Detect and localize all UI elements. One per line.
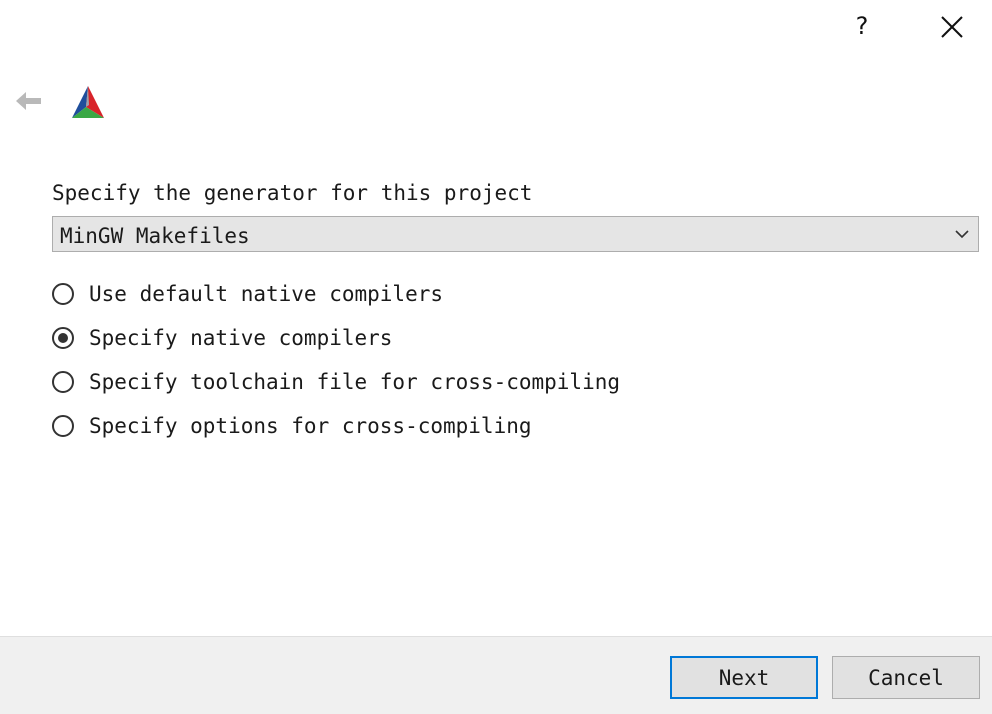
radio-label: Specify toolchain file for cross-compili… [89, 370, 621, 394]
close-button[interactable] [932, 8, 972, 46]
close-icon [941, 16, 963, 38]
cmake-generator-dialog: ? Specify the generator for this project… [0, 0, 992, 714]
radio-button[interactable] [52, 415, 74, 437]
radio-label: Specify options for cross-compiling [89, 414, 532, 438]
help-button[interactable]: ? [846, 8, 878, 44]
radio-toolchain-file[interactable]: Specify toolchain file for cross-compili… [52, 367, 620, 397]
radio-button[interactable] [52, 283, 74, 305]
radio-button[interactable] [52, 371, 74, 393]
radio-cross-compiling-options[interactable]: Specify options for cross-compiling [52, 411, 532, 441]
cancel-button[interactable]: Cancel [832, 656, 980, 699]
chevron-down-icon [955, 230, 969, 239]
back-button[interactable] [12, 86, 46, 116]
radio-button[interactable] [52, 327, 74, 349]
radio-specify-native-compilers[interactable]: Specify native compilers [52, 323, 392, 353]
cmake-logo-icon [72, 86, 104, 118]
dialog-footer: Next Cancel [0, 636, 992, 714]
radio-label: Specify native compilers [89, 326, 393, 350]
next-button[interactable]: Next [670, 656, 818, 699]
generator-select[interactable]: MinGW Makefiles [52, 216, 979, 252]
generator-prompt: Specify the generator for this project [52, 181, 533, 205]
generator-select-value: MinGW Makefiles [60, 224, 250, 248]
help-label: ? [855, 12, 869, 40]
radio-default-native-compilers[interactable]: Use default native compilers [52, 279, 443, 309]
radio-label: Use default native compilers [89, 282, 444, 306]
back-arrow-icon [16, 92, 41, 110]
